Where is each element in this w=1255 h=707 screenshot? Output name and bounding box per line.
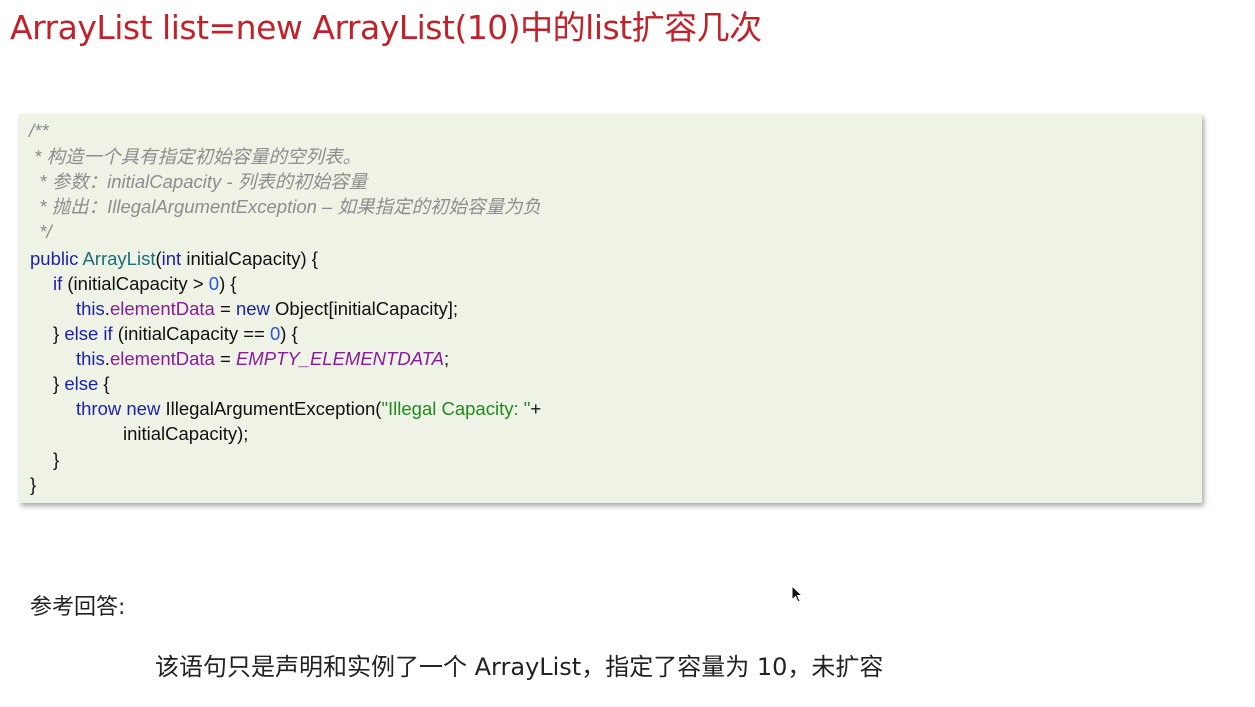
code-text: IllegalArgumentException( — [160, 398, 382, 419]
code-text: ) { — [219, 273, 237, 294]
answer-text: 该语句只是声明和实例了一个 ArrayList，指定了容量为 10，未扩容 — [155, 653, 884, 681]
code-constant: EMPTY_ELEMENTDATA — [235, 348, 444, 369]
code-line-close-brace: } — [30, 474, 37, 495]
code-text: (initialCapacity > — [62, 273, 209, 294]
code-line-else: } else { — [53, 371, 110, 396]
code-text: { — [98, 373, 110, 394]
slide-title: ArrayList list=new ArrayList(10)中的list扩容… — [10, 8, 762, 47]
code-keyword: int — [161, 248, 182, 269]
code-text: ; — [443, 348, 450, 369]
code-keyword: new — [126, 398, 161, 419]
code-text: = — [214, 348, 236, 369]
code-text: Object[initialCapacity]; — [269, 298, 459, 319]
code-keyword: else — [64, 323, 99, 344]
code-text: (initialCapacity == — [112, 323, 270, 344]
code-text: initialCapacity) { — [181, 248, 318, 269]
mouse-pointer-icon — [791, 585, 804, 603]
code-keyword: if — [103, 323, 113, 344]
code-keyword: if — [53, 273, 63, 294]
code-keyword: public — [30, 248, 79, 269]
code-line-constructor: public ArrayList(int initialCapacity) { — [30, 246, 318, 271]
code-number: 0 — [270, 323, 281, 344]
code-keyword: new — [235, 298, 270, 319]
code-number: 0 — [208, 273, 220, 294]
code-line-throw: throw new IllegalArgumentException("Ille… — [76, 396, 541, 421]
code-block: /** * 构造一个具有指定初始容量的空列表。 * 参数：initialCapa… — [19, 114, 1202, 503]
code-string: "Illegal Capacity: " — [381, 398, 531, 419]
code-line-argument: initialCapacity); — [123, 423, 249, 444]
code-line-else-if: } else if (initialCapacity == 0) { — [53, 321, 298, 346]
code-line-if: if (initialCapacity > 0) { — [53, 271, 237, 296]
code-text: } — [53, 323, 65, 344]
code-comment-line: * 构造一个具有指定初始容量的空列表。 — [29, 146, 361, 167]
code-keyword: else — [64, 373, 99, 394]
code-text: ) { — [280, 323, 298, 344]
code-comment-close: */ — [29, 221, 52, 242]
code-field: elementData — [109, 298, 215, 319]
code-constructor-name: ArrayList — [82, 248, 156, 269]
code-keyword: throw — [76, 398, 122, 419]
code-keyword: this — [76, 298, 105, 319]
code-comment-line: * 参数：initialCapacity - 列表的初始容量 — [29, 171, 368, 192]
code-line-close-brace: } — [53, 449, 60, 470]
code-line-assign-empty: this.elementData = EMPTY_ELEMENTDATA; — [76, 346, 449, 371]
code-keyword: this — [76, 348, 105, 369]
code-line-assign-new: this.elementData = new Object[initialCap… — [76, 296, 458, 321]
code-text: + — [530, 398, 542, 419]
code-comment-line: * 抛出：IllegalArgumentException – 如果指定的初始容… — [29, 196, 541, 217]
code-field: elementData — [109, 348, 215, 369]
answer-heading: 参考回答: — [30, 595, 126, 620]
code-text: } — [53, 373, 65, 394]
code-text: = — [214, 298, 236, 319]
code-comment-open: /** — [29, 120, 49, 141]
